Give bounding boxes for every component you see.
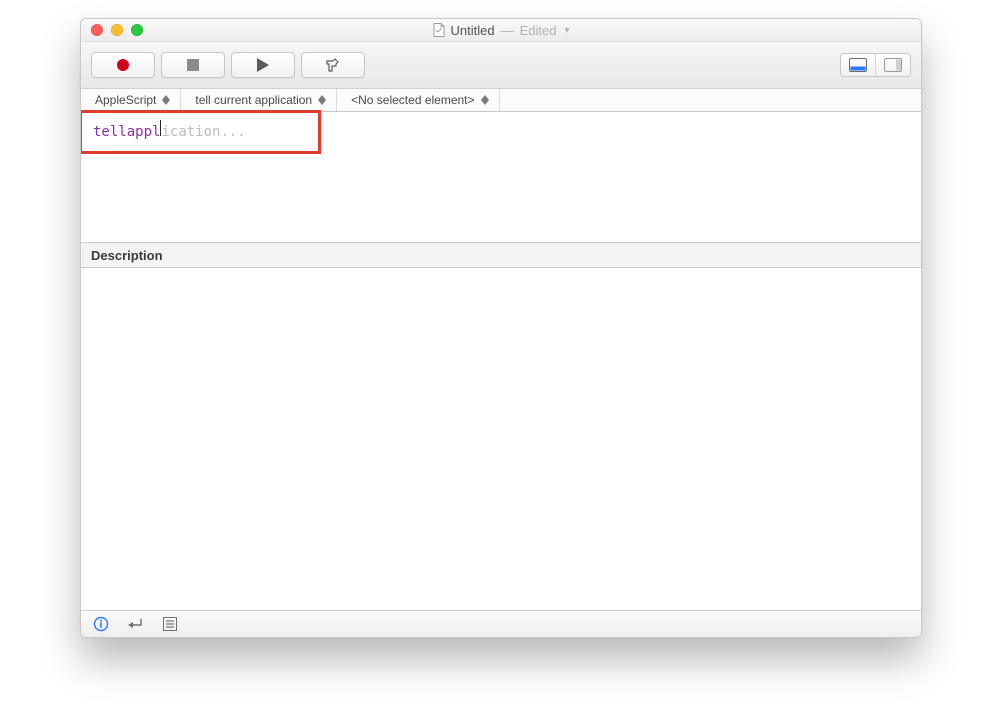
element-selector[interactable]: <No selected element> [337, 89, 499, 111]
toolbar [81, 42, 921, 89]
updown-icon [162, 95, 170, 105]
side-pane-icon [884, 58, 902, 72]
scope-selector[interactable]: tell current application [181, 89, 337, 111]
title-filename: Untitled [451, 23, 495, 38]
run-button[interactable] [231, 52, 295, 78]
title-status: Edited [520, 23, 557, 38]
minimize-window-button[interactable] [111, 24, 123, 36]
show-side-pane-button[interactable] [875, 54, 910, 76]
compile-button[interactable] [301, 52, 365, 78]
path-bar: AppleScript tell current application <No… [81, 89, 921, 112]
language-selector[interactable]: AppleScript [81, 89, 181, 111]
record-button[interactable] [91, 52, 155, 78]
return-arrow-icon [127, 617, 145, 631]
document-icon [433, 23, 445, 37]
stop-icon [187, 59, 199, 71]
bottom-bar [81, 610, 921, 637]
bottom-pane-icon [849, 58, 867, 72]
element-label: <No selected element> [351, 93, 474, 107]
description-header: Description [81, 243, 921, 268]
log-list-icon [163, 617, 177, 631]
pane-toggle-segmented [840, 53, 911, 77]
close-window-button[interactable] [91, 24, 103, 36]
updown-icon [481, 95, 489, 105]
log-button[interactable] [163, 617, 177, 631]
record-icon [116, 58, 130, 72]
description-panel[interactable] [81, 268, 921, 610]
description-title: Description [91, 248, 163, 263]
info-button[interactable] [93, 616, 109, 632]
script-editor-window: Untitled — Edited ▾ [80, 18, 922, 638]
show-bottom-pane-button[interactable] [841, 54, 875, 76]
language-label: AppleScript [95, 93, 156, 107]
window-title[interactable]: Untitled — Edited ▾ [433, 23, 570, 38]
updown-icon [318, 95, 326, 105]
hammer-icon [325, 57, 341, 73]
title-separator: — [501, 23, 514, 38]
stop-button[interactable] [161, 52, 225, 78]
code-editor[interactable]: tell application... [81, 112, 921, 243]
annotation-highlight [80, 110, 321, 154]
title-chevron-down-icon: ▾ [564, 25, 569, 36]
info-icon [93, 616, 109, 632]
zoom-window-button[interactable] [131, 24, 143, 36]
result-button[interactable] [127, 617, 145, 631]
traffic-lights [91, 24, 143, 36]
titlebar: Untitled — Edited ▾ [81, 19, 921, 42]
play-icon [257, 58, 269, 72]
scope-label: tell current application [195, 93, 312, 107]
